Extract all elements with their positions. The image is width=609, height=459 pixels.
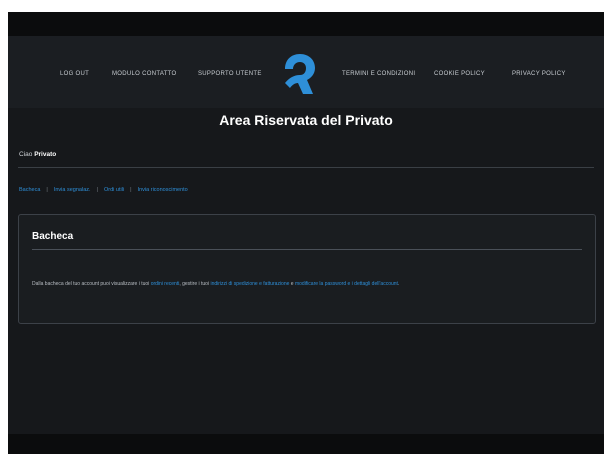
recent-orders-link[interactable]: ordini recenti — [151, 281, 180, 287]
tab-separator: | — [130, 187, 132, 193]
greeting-prefix: Ciao — [19, 151, 33, 158]
nav-contact-link[interactable]: MODULO CONTATTO — [112, 71, 177, 77]
account-tabs: Bacheca | Invia segnalaz. | Ordi utili | Invia… — [19, 187, 188, 193]
bacheca-panel: Bacheca Dalla bacheca del tuo account pu… — [18, 214, 596, 324]
tab-riconoscimento[interactable]: Invia riconoscimento — [138, 187, 188, 193]
page-title: Area Riservata del Privato — [219, 112, 393, 128]
greeting: Ciao Privato — [19, 151, 56, 158]
tab-separator: | — [96, 187, 98, 193]
nav-support-link[interactable]: SUPPORTO UTENTE — [198, 71, 262, 77]
tab-ordini[interactable]: Ordi utili — [104, 187, 124, 193]
nav-logout-link[interactable]: LOG OUT — [60, 71, 89, 77]
user-name: Privato — [34, 151, 57, 158]
description-text: e — [290, 281, 294, 287]
nav-privacy-link[interactable]: PRIVACY POLICY — [512, 71, 566, 77]
panel-title: Bacheca — [32, 231, 74, 242]
nav-cookie-link[interactable]: COOKIE POLICY — [434, 71, 485, 77]
divider — [18, 167, 594, 168]
bottom-bar — [8, 434, 604, 454]
panel-description: Dalla bacheca del tuo account puoi visua… — [32, 280, 582, 289]
main-navigation: LOG OUT MODULO CONTATTO SUPPORTO UTENTE … — [8, 36, 604, 108]
tab-separator: | — [46, 187, 48, 193]
nav-terms-link[interactable]: TERMINI E CONDIZIONI — [342, 71, 415, 77]
tab-bacheca[interactable]: Bacheca — [19, 187, 40, 193]
description-text: Dalla bacheca del tuo account puoi visua… — [32, 281, 150, 287]
app-screen: LOG OUT MODULO CONTATTO SUPPORTO UTENTE … — [8, 12, 604, 454]
panel-divider — [32, 249, 582, 250]
account-details-link[interactable]: modificare la password e i dettagli dell… — [295, 281, 398, 287]
logo-icon[interactable] — [278, 50, 322, 98]
addresses-link[interactable]: indirizzi di spedizione e fatturazione — [210, 281, 289, 287]
top-bar — [8, 12, 604, 36]
description-text: , gestire i tuoi — [179, 281, 210, 287]
description-text: . — [397, 281, 400, 287]
tab-invia-segnalazione[interactable]: Invia segnalaz. — [54, 187, 91, 193]
